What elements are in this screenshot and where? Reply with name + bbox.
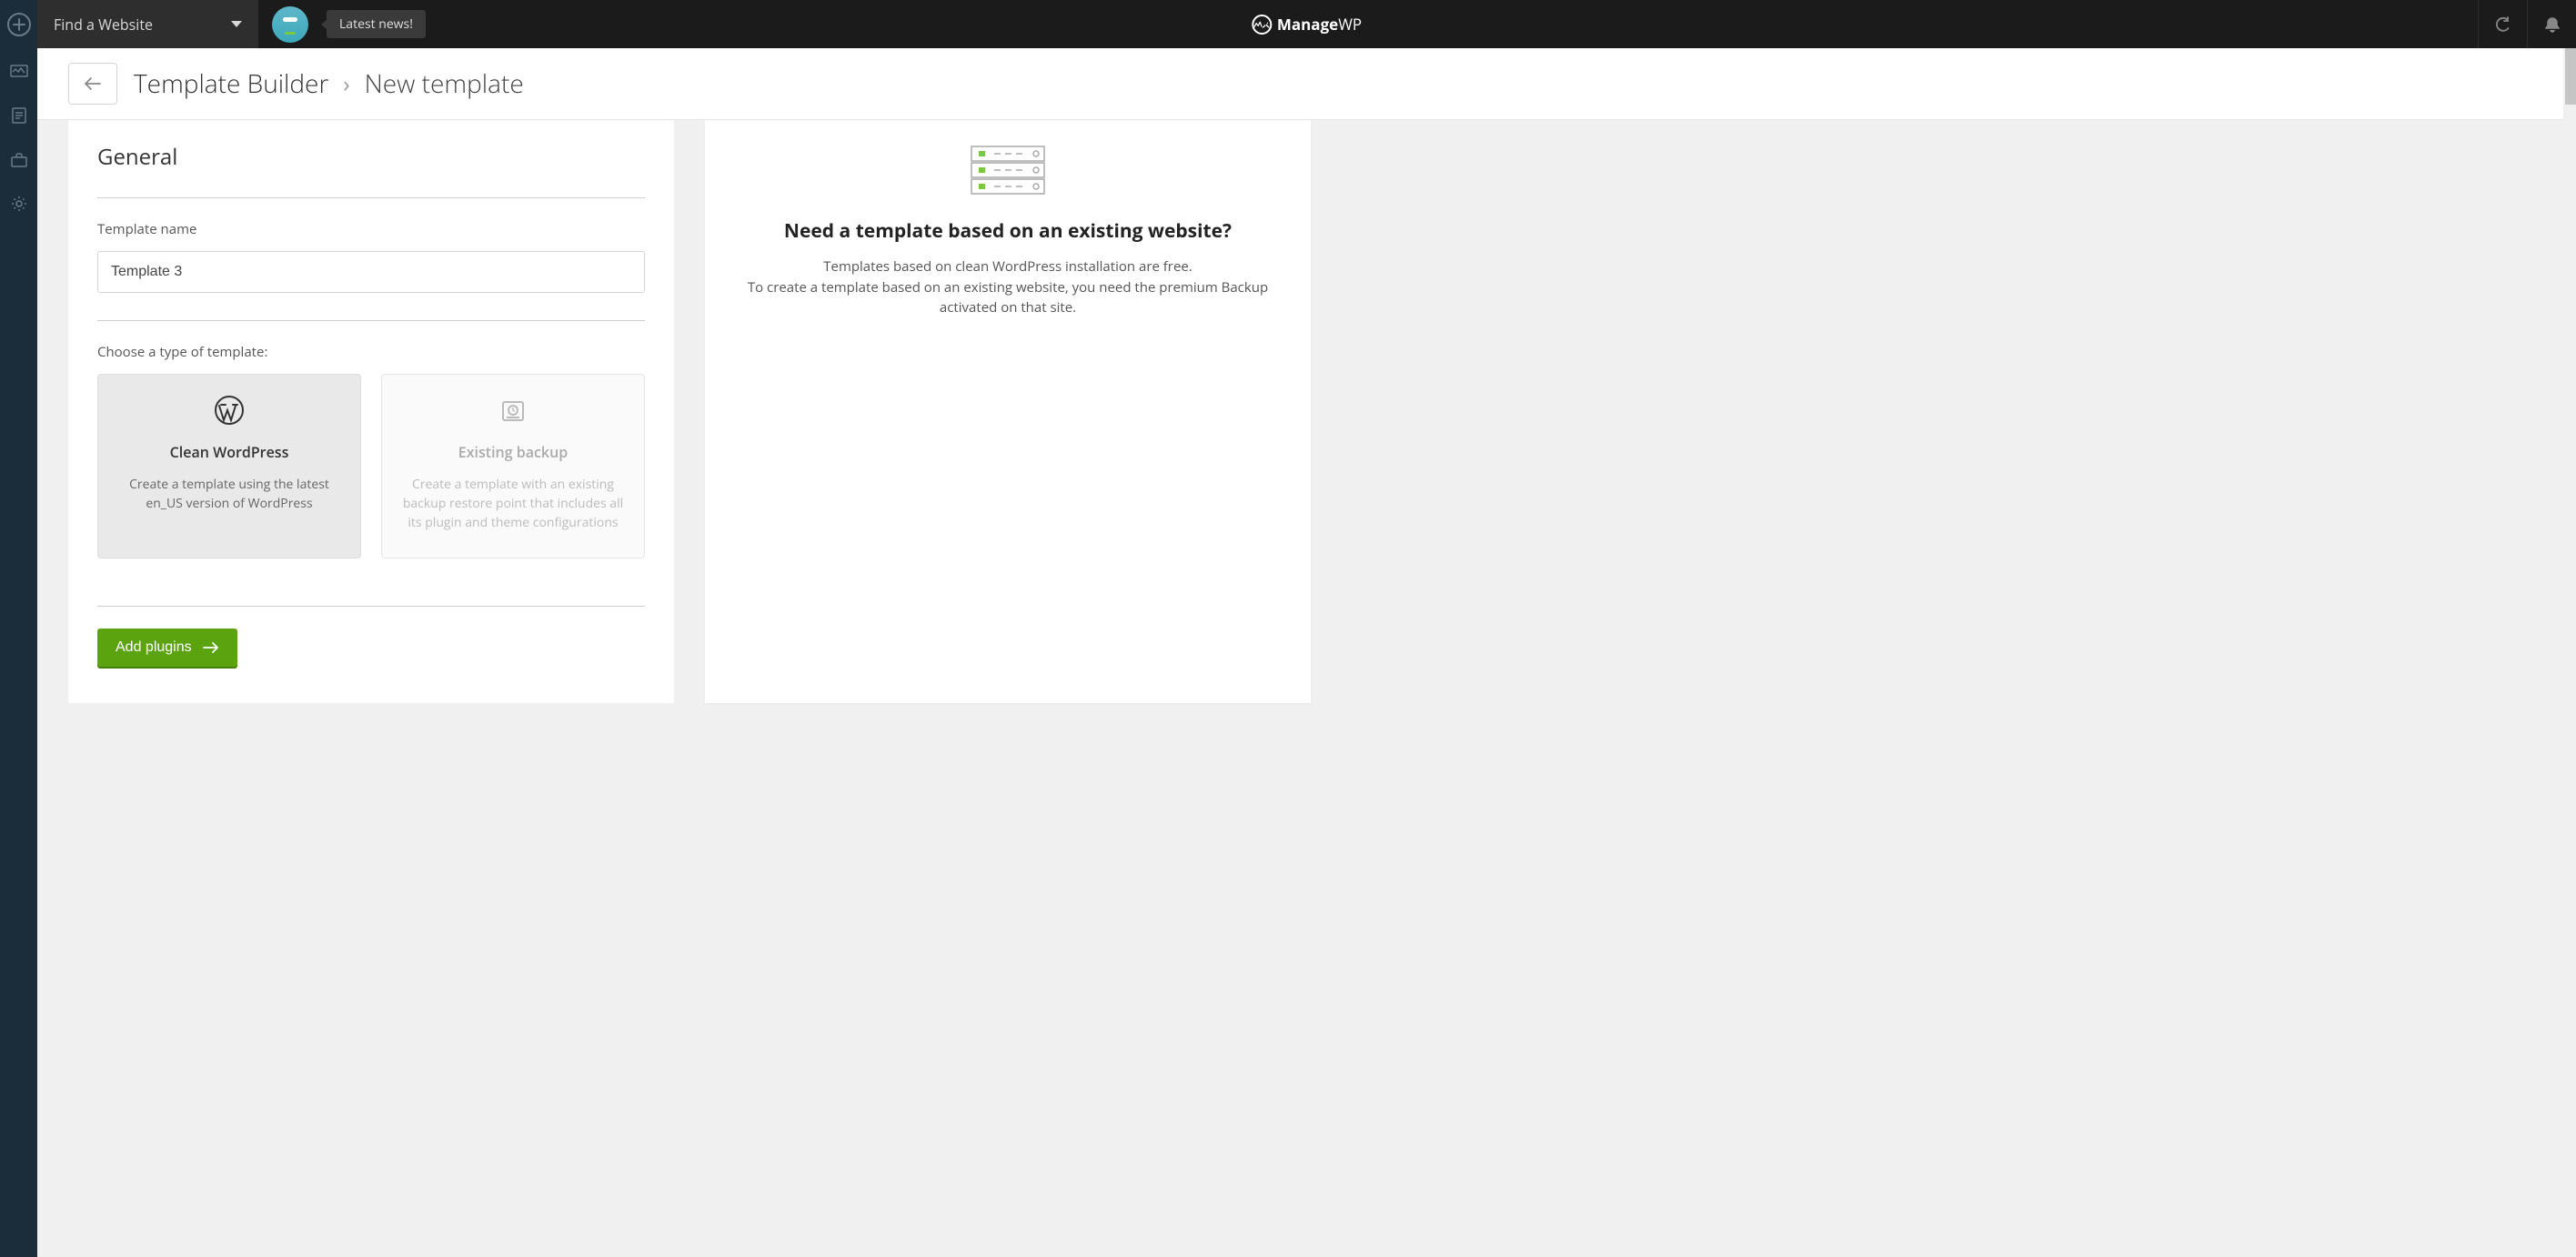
info-title: Need a template based on an existing web…: [738, 218, 1278, 244]
divider: [97, 320, 645, 321]
divider: [97, 197, 645, 198]
section-title-general: General: [97, 142, 645, 172]
sidebar-reports[interactable]: [11, 106, 27, 125]
type-option-clean-wp[interactable]: Clean WordPress Create a template using …: [97, 374, 361, 558]
brand-logo: ManageWP: [1252, 14, 1362, 35]
plus-icon: [7, 13, 31, 36]
info-panel: Need a template based on an existing web…: [705, 120, 1311, 703]
breadcrumb-current: New template: [365, 66, 524, 101]
scrollbar-thumb[interactable]: [2565, 48, 2576, 105]
chevron-right-icon: ›: [343, 69, 349, 99]
template-name-label: Template name: [97, 220, 645, 238]
page-header: Template Builder › New template: [37, 48, 2576, 120]
sidebar-settings[interactable]: [11, 196, 27, 212]
site-finder-label: Find a Website: [54, 15, 153, 35]
type-clean-desc: Create a template using the latest en_US…: [115, 475, 344, 513]
notifications-button[interactable]: [2527, 0, 2576, 48]
sidebar-toolbox[interactable]: [10, 152, 28, 168]
news-area: Latest news!: [272, 6, 426, 43]
logo-text: ManageWP: [1277, 14, 1362, 35]
add-plugins-button[interactable]: Add plugins: [97, 628, 237, 667]
chevron-down-icon: [231, 21, 242, 27]
info-text-2: To create a template based on an existin…: [738, 277, 1278, 318]
type-option-existing-backup[interactable]: Existing backup Create a template with a…: [381, 374, 645, 558]
type-backup-title: Existing backup: [398, 442, 628, 462]
site-finder-dropdown[interactable]: Find a Website: [37, 0, 258, 48]
type-clean-title: Clean WordPress: [115, 442, 344, 462]
choose-type-label: Choose a type of template:: [97, 343, 645, 361]
sidebar-dashboard[interactable]: [10, 65, 28, 79]
backup-icon: [398, 395, 628, 426]
logo-icon: [1252, 15, 1272, 35]
breadcrumb: Template Builder › New template: [134, 66, 524, 101]
info-text-1: Templates based on clean WordPress insta…: [738, 256, 1278, 277]
sidebar-add[interactable]: [0, 0, 37, 48]
arrow-right-icon: [203, 642, 219, 653]
topbar: Find a Website Latest news! ManageWP: [37, 0, 2576, 48]
scrollbar[interactable]: [2563, 48, 2576, 1257]
refresh-button[interactable]: [2478, 0, 2527, 48]
mascot-icon: [272, 6, 308, 43]
type-backup-desc: Create a template with an existing backu…: [398, 475, 628, 532]
general-panel: General Template name Choose a type of t…: [68, 120, 674, 703]
back-button[interactable]: [68, 63, 117, 105]
server-icon: [738, 146, 1278, 195]
add-plugins-label: Add plugins: [116, 639, 192, 656]
news-bubble[interactable]: Latest news!: [327, 10, 426, 38]
divider: [97, 606, 645, 607]
template-name-input[interactable]: [97, 251, 645, 293]
breadcrumb-root[interactable]: Template Builder: [134, 66, 328, 101]
sidebar-nav: [0, 0, 37, 1257]
wordpress-icon: [115, 395, 344, 426]
